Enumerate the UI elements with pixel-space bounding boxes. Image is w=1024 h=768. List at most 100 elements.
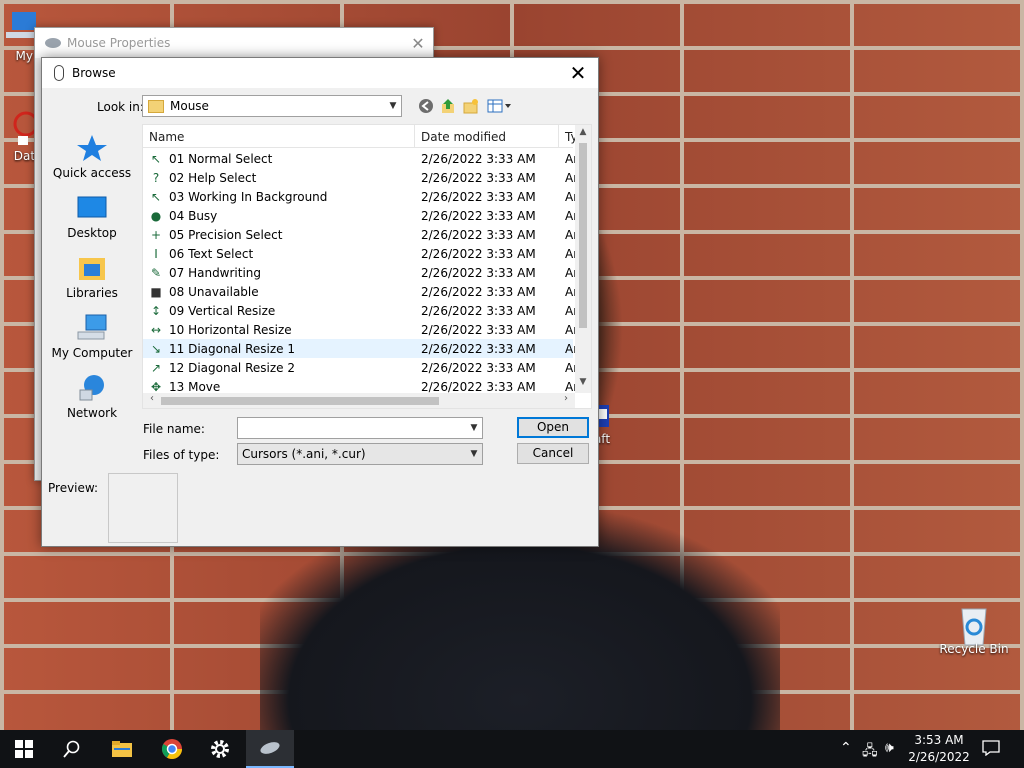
chevron-down-icon[interactable]: ▼: [466, 449, 482, 459]
horizontal-resize-cursor-icon: ↔: [150, 323, 162, 337]
up-folder-icon: [442, 99, 454, 113]
clock[interactable]: 3:53 AM 2/26/2022: [906, 732, 972, 766]
place-my-computer[interactable]: My Computer: [42, 314, 142, 360]
file-name-input[interactable]: ▼: [237, 417, 483, 439]
file-row[interactable]: ? 02 Help Select 2/26/2022 3:33 AM Ar: [143, 168, 578, 187]
clock-time: 3:53 AM: [914, 733, 964, 747]
move-cursor-icon: ✥: [150, 380, 162, 394]
chevron-down-icon[interactable]: ▼: [466, 423, 482, 433]
taskbar-file-explorer[interactable]: [98, 730, 146, 768]
diagonal-resize-2-cursor-icon: ↗: [150, 361, 162, 375]
file-row[interactable]: ↔ 10 Horizontal Resize 2/26/2022 3:33 AM…: [143, 320, 578, 339]
files-of-type-value: Cursors (*.ani, *.cur): [242, 447, 366, 461]
network-icon[interactable]: 🖧: [862, 740, 878, 764]
file-list-header: Name ^ Date modified Ty: [143, 124, 578, 148]
place-network[interactable]: Network: [42, 374, 142, 420]
volume-icon[interactable]: 🕪: [885, 740, 894, 756]
search-button[interactable]: [48, 730, 96, 768]
view-grid-icon: [487, 99, 511, 113]
cancel-button[interactable]: Cancel: [517, 443, 589, 464]
file-date: 2/26/2022 3:33 AM: [421, 304, 536, 318]
monitor-icon: [2, 10, 38, 46]
file-name: 03 Working In Background: [169, 190, 328, 204]
file-name: 10 Horizontal Resize: [169, 323, 292, 337]
windows-logo-icon: [15, 740, 33, 758]
window-title: Mouse Properties: [67, 36, 171, 50]
place-quick-access[interactable]: Quick access: [42, 134, 142, 180]
scroll-left-icon[interactable]: ‹: [145, 393, 159, 404]
computer-icon: [76, 314, 108, 342]
file-date: 2/26/2022 3:33 AM: [421, 285, 536, 299]
file-date: 2/26/2022 3:33 AM: [421, 266, 536, 280]
close-button[interactable]: ✕: [558, 58, 598, 88]
star-icon: [76, 134, 108, 162]
column-name[interactable]: Name: [149, 130, 184, 144]
scroll-up-icon[interactable]: ▲: [575, 127, 591, 137]
normal-select-cursor-icon: ↖: [150, 152, 162, 166]
scrollbar-thumb[interactable]: [579, 143, 587, 328]
place-libraries[interactable]: Libraries: [42, 254, 142, 300]
file-name: 02 Help Select: [169, 171, 257, 185]
file-name: 05 Precision Select: [169, 228, 283, 242]
file-row-selected[interactable]: ↘ 11 Diagonal Resize 1 2/26/2022 3:33 AM…: [143, 339, 578, 358]
file-row[interactable]: ● 04 Busy 2/26/2022 3:33 AM Ar: [143, 206, 578, 225]
desktop-icon: [76, 194, 108, 222]
taskbar-mouse-properties[interactable]: [246, 730, 294, 768]
mouse-icon: [260, 742, 280, 754]
file-date: 2/26/2022 3:33 AM: [421, 152, 536, 166]
browse-titlebar[interactable]: Browse ✕: [42, 58, 598, 88]
view-menu-button[interactable]: [486, 97, 514, 115]
file-row[interactable]: + 05 Precision Select 2/26/2022 3:33 AM …: [143, 225, 578, 244]
scrollbar-thumb[interactable]: [161, 397, 439, 405]
back-button[interactable]: [417, 97, 435, 115]
dataw-app-icon: [2, 110, 39, 146]
file-row[interactable]: ↖ 01 Normal Select 2/26/2022 3:33 AM Ar: [143, 149, 578, 168]
mouse-icon: [45, 38, 61, 48]
working-in-background-cursor-icon: ↖: [150, 190, 162, 204]
files-of-type-label: Files of type:: [143, 448, 220, 462]
chevron-up-icon[interactable]: ⌃: [840, 740, 852, 756]
files-of-type-select[interactable]: Cursors (*.ani, *.cur) ▼: [237, 443, 483, 465]
file-date: 2/26/2022 3:33 AM: [421, 380, 536, 394]
file-name: 08 Unavailable: [169, 285, 259, 299]
file-row[interactable]: I 06 Text Select 2/26/2022 3:33 AM Ar: [143, 244, 578, 263]
chrome-icon: [161, 739, 182, 759]
mouse-icon: [54, 65, 64, 81]
taskbar-chrome[interactable]: [148, 730, 196, 768]
mouse-properties-titlebar[interactable]: Mouse Properties ✕: [35, 28, 433, 58]
file-row[interactable]: ↖ 03 Working In Background 2/26/2022 3:3…: [143, 187, 578, 206]
desktop-icon-recycle-bin[interactable]: Recycle Bin: [936, 603, 1012, 656]
sort-ascending-icon: ^: [275, 124, 284, 130]
scroll-down-icon[interactable]: ▼: [575, 377, 591, 387]
notifications-icon[interactable]: [982, 740, 1000, 760]
up-folder-button[interactable]: [439, 97, 457, 115]
file-name: 11 Diagonal Resize 1: [169, 342, 295, 356]
file-date: 2/26/2022 3:33 AM: [421, 247, 536, 261]
file-row[interactable]: ↕ 09 Vertical Resize 2/26/2022 3:33 AM A…: [143, 301, 578, 320]
column-divider[interactable]: [558, 125, 559, 147]
look-in-combo[interactable]: Mouse ▼: [142, 95, 402, 117]
open-button[interactable]: Open: [517, 417, 589, 438]
taskbar: ⌃ 🖧 🕪 3:53 AM 2/26/2022: [0, 730, 1024, 768]
vertical-scrollbar[interactable]: ▲ ▼: [575, 125, 591, 393]
new-folder-button[interactable]: [462, 97, 480, 115]
column-date-modified[interactable]: Date modified: [421, 130, 506, 144]
look-in-value: Mouse: [170, 99, 209, 113]
start-button[interactable]: [0, 730, 48, 768]
horizontal-scrollbar[interactable]: ‹ ›: [143, 393, 575, 408]
taskbar-settings[interactable]: [196, 730, 244, 768]
place-desktop[interactable]: Desktop: [42, 194, 142, 240]
diagonal-resize-1-cursor-icon: ↘: [150, 342, 162, 356]
close-icon[interactable]: ✕: [403, 34, 433, 53]
network-icon: [76, 374, 108, 402]
file-name: 01 Normal Select: [169, 152, 273, 166]
chevron-down-icon[interactable]: ▼: [385, 101, 401, 111]
file-list[interactable]: Name ^ Date modified Ty ↖ 01 Normal Sele…: [142, 124, 592, 409]
column-divider[interactable]: [414, 125, 415, 147]
file-row[interactable]: ✎ 07 Handwriting 2/26/2022 3:33 AM Ar: [143, 263, 578, 282]
place-label: My Computer: [51, 346, 133, 360]
file-row[interactable]: ■ 08 Unavailable 2/26/2022 3:33 AM Ar: [143, 282, 578, 301]
file-row[interactable]: ↗ 12 Diagonal Resize 2 2/26/2022 3:33 AM…: [143, 358, 578, 377]
file-date: 2/26/2022 3:33 AM: [421, 361, 536, 375]
scroll-right-icon[interactable]: ›: [559, 393, 573, 404]
